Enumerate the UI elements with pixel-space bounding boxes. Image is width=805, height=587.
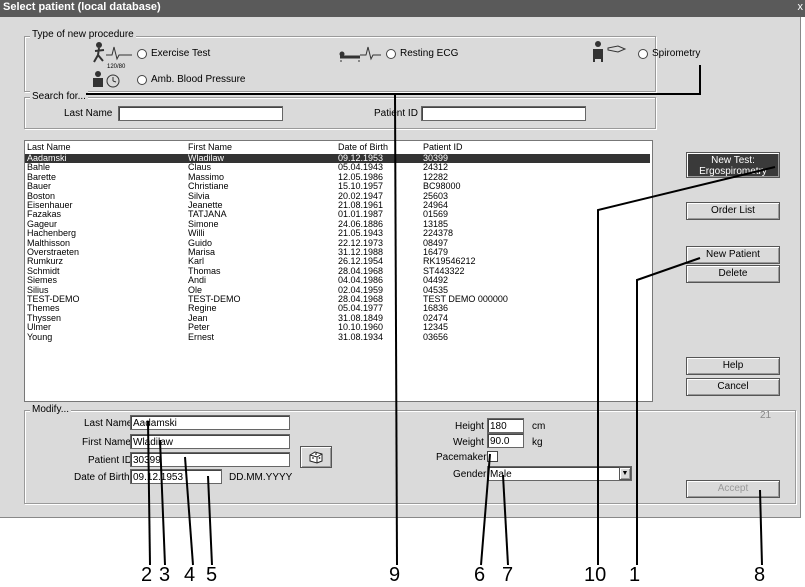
callout-1: 1	[629, 564, 641, 586]
callout-10: 10	[584, 564, 607, 586]
callout-7: 7	[502, 564, 514, 586]
callout-8: 8	[754, 564, 766, 586]
callout-5: 5	[206, 564, 218, 586]
callout-6: 6	[474, 564, 486, 586]
callout-3: 3	[159, 564, 171, 586]
callout-2: 2	[141, 564, 153, 586]
callout-4: 4	[184, 564, 196, 586]
callout-lines	[86, 65, 776, 566]
callout-9: 9	[389, 564, 401, 586]
